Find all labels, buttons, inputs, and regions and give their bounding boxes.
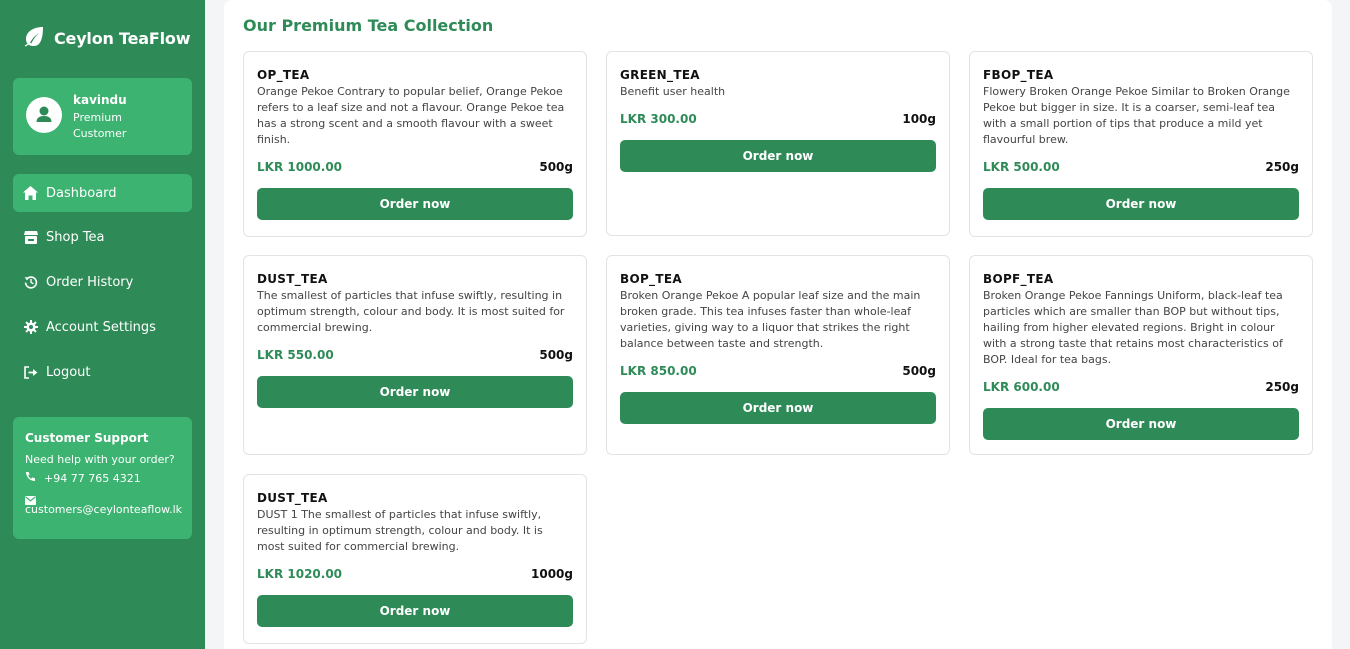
product-price: LKR 600.00 [983, 380, 1060, 394]
product-card-op-tea: OP_TEA Orange Pekoe Contrary to popular … [243, 51, 587, 237]
nav-label: Shop Tea [46, 229, 105, 245]
order-now-button[interactable]: Order now [257, 188, 573, 220]
product-weight: 1000g [531, 567, 573, 581]
product-card-dust-tea-1: DUST_TEA DUST 1 The smallest of particle… [243, 474, 587, 644]
order-now-button[interactable]: Order now [620, 392, 936, 424]
main-panel: Our Premium Tea Collection OP_TEA Orange… [224, 0, 1332, 649]
product-weight: 500g [539, 160, 573, 174]
nav-item-account-settings[interactable]: Account Settings [13, 308, 192, 346]
order-now-button[interactable]: Order now [620, 140, 936, 172]
product-meta: LKR 850.00 500g [620, 364, 936, 378]
product-card-green-tea: GREEN_TEA Benefit user health LKR 300.00… [606, 51, 950, 236]
support-title: Customer Support [25, 431, 149, 445]
product-card-bopf-tea: BOPF_TEA Broken Orange Pekoe Fannings Un… [969, 255, 1313, 455]
product-name: DUST_TEA [257, 272, 328, 286]
order-now-button[interactable]: Order now [983, 408, 1299, 440]
product-card-bop-tea: BOP_TEA Broken Orange Pekoe A popular le… [606, 255, 950, 455]
user-name: kavindu [73, 93, 127, 107]
product-description: DUST 1 The smallest of particles that in… [257, 508, 543, 553]
nav-label: Dashboard [46, 185, 117, 201]
product-description: The smallest of particles that infuse sw… [257, 289, 565, 334]
product-card-dust-tea: DUST_TEA The smallest of particles that … [243, 255, 587, 455]
product-weight: 500g [539, 348, 573, 362]
product-description: Broken Orange Pekoe A popular leaf size … [620, 289, 921, 350]
nav-label: Account Settings [46, 319, 156, 335]
product-price: LKR 850.00 [620, 364, 697, 378]
product-name: BOP_TEA [620, 272, 682, 286]
support-text: Need help with your order? [25, 453, 175, 466]
order-now-button[interactable]: Order now [257, 595, 573, 627]
product-price: LKR 500.00 [983, 160, 1060, 174]
nav-item-order-history[interactable]: Order History [13, 263, 192, 301]
product-weight: 250g [1265, 380, 1299, 394]
product-description: Broken Orange Pekoe Fannings Uniform, bl… [983, 289, 1283, 366]
product-price: LKR 1000.00 [257, 160, 343, 174]
product-meta: LKR 1000.00 500g [257, 160, 573, 174]
support-phone[interactable]: +94 77 765 4321 [44, 472, 141, 485]
support-phone-row: +94 77 765 4321 [25, 471, 180, 485]
support-card: Customer Support Need help with your ord… [13, 417, 192, 539]
product-name: OP_TEA [257, 68, 310, 82]
product-weight: 500g [902, 364, 936, 378]
product-name: GREEN_TEA [620, 68, 700, 82]
nav-item-dashboard[interactable]: Dashboard [13, 174, 192, 212]
page-title: Our Premium Tea Collection [243, 16, 494, 35]
brand-name: Ceylon TeaFlow [54, 28, 191, 48]
phone-icon [25, 471, 36, 485]
sidebar: Ceylon TeaFlow kavindu Premium Customer … [0, 0, 205, 649]
product-name: BOPF_TEA [983, 272, 1054, 286]
product-meta: LKR 500.00 250g [983, 160, 1299, 174]
nav-label: Logout [46, 364, 91, 380]
home-icon [23, 186, 38, 201]
order-now-button[interactable]: Order now [257, 376, 573, 408]
product-name: FBOP_TEA [983, 68, 1054, 82]
brand[interactable]: Ceylon TeaFlow [22, 24, 190, 52]
avatar [26, 97, 62, 133]
history-icon [23, 275, 38, 290]
product-description: Flowery Broken Orange Pekoe Similar to B… [983, 85, 1290, 146]
nav-label: Order History [46, 274, 134, 290]
user-icon [36, 106, 52, 122]
product-price: LKR 300.00 [620, 112, 697, 126]
product-description: Orange Pekoe Contrary to popular belief,… [257, 85, 565, 146]
nav-item-logout[interactable]: Logout [13, 353, 192, 391]
envelope-icon [25, 490, 180, 505]
product-price: LKR 550.00 [257, 348, 334, 362]
product-weight: 250g [1265, 160, 1299, 174]
product-meta: LKR 600.00 250g [983, 380, 1299, 394]
user-role: Premium Customer [73, 111, 127, 140]
gear-icon [23, 320, 38, 335]
product-card-fbop-tea: FBOP_TEA Flowery Broken Orange Pekoe Sim… [969, 51, 1313, 237]
user-card: kavindu Premium Customer [13, 78, 192, 155]
product-price: LKR 1020.00 [257, 567, 343, 581]
product-meta: LKR 1020.00 1000g [257, 567, 573, 581]
order-now-button[interactable]: Order now [983, 188, 1299, 220]
product-meta: LKR 300.00 100g [620, 112, 936, 126]
support-email[interactable]: customers@ceylonteaflow.lk [25, 503, 182, 516]
product-name: DUST_TEA [257, 491, 328, 505]
product-description: Benefit user health [620, 85, 726, 98]
nav-item-shop-tea[interactable]: Shop Tea [13, 218, 192, 256]
logout-icon [23, 365, 38, 380]
product-weight: 100g [902, 112, 936, 126]
store-icon [23, 230, 38, 245]
product-meta: LKR 550.00 500g [257, 348, 573, 362]
leaf-logo-icon [22, 24, 46, 52]
